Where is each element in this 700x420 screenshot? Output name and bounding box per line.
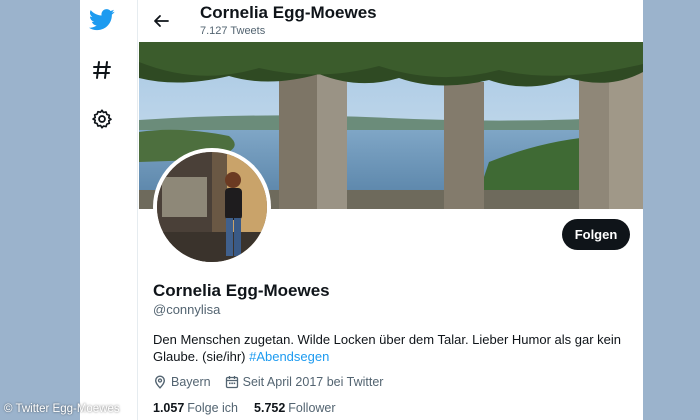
follow-stats: 1.057 Folge ich 5.752 Follower — [153, 401, 352, 415]
hashtag-icon[interactable] — [88, 56, 116, 84]
following-link[interactable]: 1.057 Folge ich — [153, 401, 238, 415]
follow-button[interactable]: Folgen — [562, 219, 630, 250]
joined-text: Seit April 2017 bei Twitter — [242, 375, 384, 389]
location-pin-icon — [154, 375, 166, 389]
calendar-icon — [225, 376, 238, 389]
avatar-photo — [157, 152, 267, 262]
profile-meta: Bayern Seit April 2017 bei Twitter — [153, 374, 397, 390]
twitter-window: Cornelia Egg-Moewes 7.127 Tweets Folgen … — [80, 0, 643, 420]
bio-hashtag-link[interactable]: #Abendsegen — [249, 349, 329, 364]
back-arrow-icon[interactable] — [149, 9, 173, 33]
location-text: Bayern — [171, 375, 211, 389]
joined-item: Seit April 2017 bei Twitter — [225, 375, 384, 389]
profile-name: Cornelia Egg-Moewes — [153, 281, 330, 300]
profile-handle: @connylisa — [153, 302, 221, 317]
twitter-bird-icon[interactable] — [88, 6, 116, 34]
tweet-count: 7.127 Tweets — [200, 25, 266, 37]
following-count: 1.057 — [153, 401, 185, 415]
followers-count: 5.752 — [254, 401, 286, 415]
profile-header-bar: Cornelia Egg-Moewes 7.127 Tweets — [139, 0, 643, 42]
followers-label: Follower — [288, 401, 336, 415]
location-item: Bayern — [153, 375, 211, 389]
left-nav — [80, 0, 138, 420]
profile-column: Cornelia Egg-Moewes 7.127 Tweets Folgen … — [139, 0, 643, 420]
followers-link[interactable]: 5.752 Follower — [254, 401, 336, 415]
avatar[interactable] — [153, 148, 271, 266]
bio-text: Den Menschen zugetan. Wilde Locken über … — [153, 332, 622, 364]
image-credit: © Twitter Egg-Moewes — [4, 403, 120, 415]
header-title: Cornelia Egg-Moewes — [200, 3, 377, 22]
gear-icon[interactable] — [88, 105, 116, 133]
following-label: Folge ich — [187, 401, 239, 415]
profile-bio: Den Menschen zugetan. Wilde Locken über … — [153, 331, 623, 365]
